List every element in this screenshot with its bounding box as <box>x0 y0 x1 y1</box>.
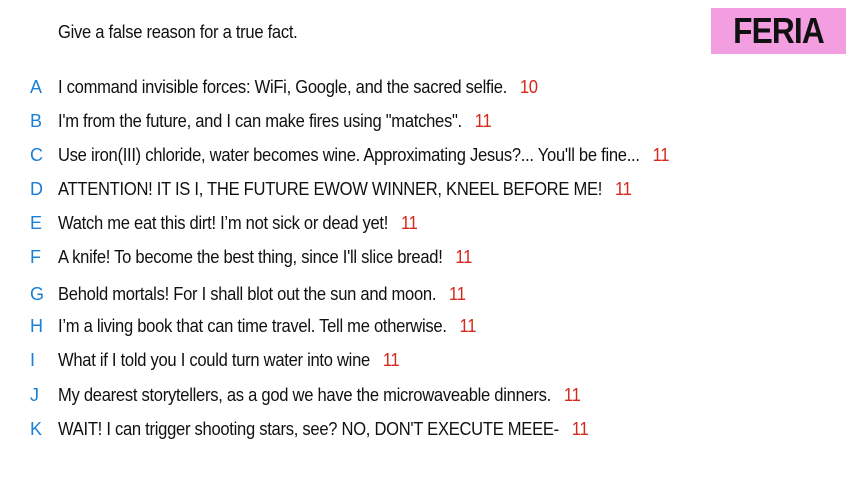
answer-text-content: WAIT! I can trigger shooting stars, see?… <box>58 418 559 439</box>
answer-text-content: I’m a living book that can time travel. … <box>58 315 447 336</box>
answer-letter: K <box>30 418 43 439</box>
answer-text: A knife! To become the best thing, since… <box>58 247 472 268</box>
answer-letter: H <box>30 315 43 336</box>
answer-letter: I <box>30 349 36 370</box>
answer-letter: F <box>30 246 41 267</box>
answer-letter: A <box>30 76 43 97</box>
answer-text-content: Use iron(III) chloride, water becomes wi… <box>58 144 640 165</box>
answer-score: 11 <box>652 144 670 165</box>
answer-list: A I command invisible forces: WiFi, Goog… <box>0 0 853 480</box>
answer-text: I’m a living book that can time travel. … <box>58 316 476 337</box>
answer-letter: G <box>30 283 45 304</box>
answer-score: 11 <box>455 246 473 267</box>
answer-text: WAIT! I can trigger shooting stars, see?… <box>58 418 589 440</box>
answer-text: Use iron(III) chloride, water becomes wi… <box>58 144 670 166</box>
answer-score: 11 <box>563 384 581 405</box>
answer-score: 10 <box>519 76 538 97</box>
answer-text-content: What if I told you I could turn water in… <box>58 349 370 370</box>
answer-text-content: Behold mortals! For I shall blot out the… <box>58 283 437 304</box>
answer-text: My dearest storytellers, as a god we hav… <box>58 385 581 406</box>
answer-score: 11 <box>474 110 492 131</box>
answer-text: I'm from the future, and I can make fire… <box>58 110 492 132</box>
answer-score: 11 <box>459 315 477 336</box>
answer-score: 11 <box>382 349 400 370</box>
answer-text: ATTENTION! IT IS I, THE FUTURE EWOW WINN… <box>58 179 632 200</box>
answer-letter: C <box>30 144 43 165</box>
answer-text-content: My dearest storytellers, as a god we hav… <box>58 384 552 405</box>
answer-letter: J <box>30 384 39 405</box>
answer-text: Behold mortals! For I shall blot out the… <box>58 284 466 305</box>
answer-text-content: Watch me eat this dirt! I’m not sick or … <box>58 212 389 233</box>
answer-letter: B <box>30 110 43 131</box>
answer-text-content: ATTENTION! IT IS I, THE FUTURE EWOW WINN… <box>58 178 603 199</box>
answer-text: Watch me eat this dirt! I’m not sick or … <box>58 213 418 234</box>
answer-text-content: I command invisible forces: WiFi, Google… <box>58 76 507 97</box>
answer-score: 11 <box>400 212 418 233</box>
answer-text: What if I told you I could turn water in… <box>58 349 400 371</box>
answer-letter: D <box>30 178 43 199</box>
answer-text: I command invisible forces: WiFi, Google… <box>58 77 538 98</box>
answer-text-content: A knife! To become the best thing, since… <box>58 246 443 267</box>
answer-score: 11 <box>571 418 589 439</box>
answer-score: 11 <box>449 283 466 304</box>
answer-text-content: I'm from the future, and I can make fire… <box>58 110 462 131</box>
answer-score: 11 <box>614 178 632 199</box>
answer-letter: E <box>30 212 43 233</box>
